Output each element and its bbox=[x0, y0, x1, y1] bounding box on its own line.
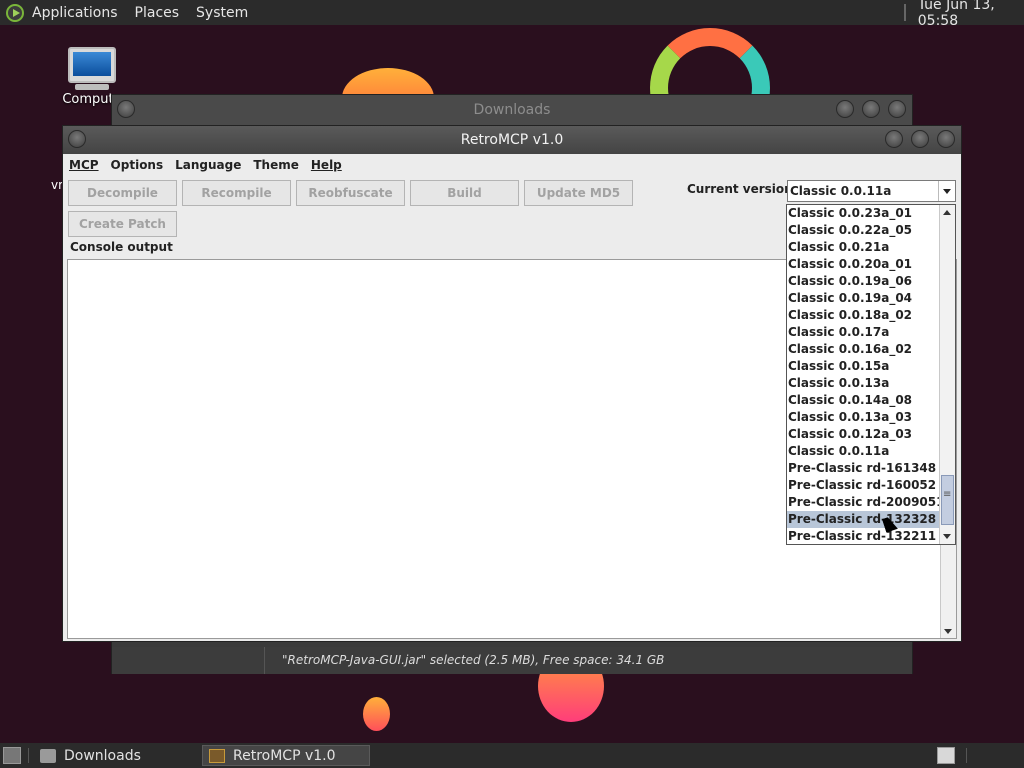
window-menu-icon[interactable] bbox=[68, 130, 86, 148]
taskbar-item-downloads[interactable]: Downloads bbox=[34, 745, 194, 766]
chevron-down-icon[interactable] bbox=[938, 181, 955, 201]
version-list-item[interactable]: Classic 0.0.13a bbox=[787, 375, 939, 392]
version-list-item[interactable]: Classic 0.0.18a_02 bbox=[787, 307, 939, 324]
close-icon[interactable] bbox=[888, 100, 906, 118]
maximize-icon[interactable] bbox=[862, 100, 880, 118]
computer-icon bbox=[68, 47, 116, 83]
version-list-item[interactable]: Pre-Classic rd-132211 bbox=[787, 528, 939, 545]
recompile-button[interactable]: Recompile bbox=[182, 180, 291, 206]
scroll-up-icon[interactable] bbox=[943, 210, 951, 215]
taskbar-separator bbox=[966, 748, 967, 763]
menu-places[interactable]: Places bbox=[135, 5, 180, 21]
scroll-down-icon[interactable] bbox=[943, 534, 951, 539]
version-list-item[interactable]: Classic 0.0.21a bbox=[787, 239, 939, 256]
show-desktop-icon[interactable] bbox=[3, 747, 21, 764]
downloads-window-title: Downloads bbox=[473, 102, 551, 118]
version-list-item[interactable]: Pre-Classic rd-20090515 bbox=[787, 494, 939, 511]
version-list-item[interactable]: Classic 0.0.11a bbox=[787, 443, 939, 460]
version-list-item[interactable]: Classic 0.0.23a_01 bbox=[787, 205, 939, 222]
dropdown-scrollbar[interactable] bbox=[939, 205, 955, 544]
menubar: MCP Options Language Theme Help bbox=[63, 154, 961, 176]
scroll-down-icon[interactable] bbox=[944, 629, 952, 634]
version-list-item[interactable]: Classic 0.0.15a bbox=[787, 358, 939, 375]
version-list-item[interactable]: Pre-Classic rd-132328 bbox=[787, 511, 939, 528]
top-panel: Applications Places System Tue Jun 13, 0… bbox=[0, 0, 1024, 29]
version-list-item[interactable]: Classic 0.0.16a_02 bbox=[787, 341, 939, 358]
distro-logo-icon[interactable] bbox=[6, 3, 24, 22]
taskbar-separator bbox=[28, 748, 29, 763]
version-list-item[interactable]: Classic 0.0.12a_03 bbox=[787, 426, 939, 443]
taskbar-item-label: Downloads bbox=[64, 747, 141, 764]
version-list-item[interactable]: Classic 0.0.13a_03 bbox=[787, 409, 939, 426]
window-title: RetroMCP v1.0 bbox=[460, 132, 564, 148]
version-list-item[interactable]: Classic 0.0.14a_08 bbox=[787, 392, 939, 409]
build-button[interactable]: Build bbox=[410, 180, 519, 206]
minimize-icon[interactable] bbox=[836, 100, 854, 118]
clock-text: Tue Jun 13, 05:58 bbox=[917, 0, 995, 29]
menu-language[interactable]: Language bbox=[175, 158, 241, 172]
console-output-label: Console output bbox=[70, 240, 173, 254]
workspace-switcher-icon[interactable] bbox=[937, 747, 955, 764]
computer-icon-base bbox=[75, 84, 109, 90]
downloads-statusbar: "RetroMCP-Java-GUI.jar" selected (2.5 MB… bbox=[112, 647, 912, 674]
version-list-item[interactable]: Pre-Classic rd-160052 bbox=[787, 477, 939, 494]
decompile-button[interactable]: Decompile bbox=[68, 180, 177, 206]
menu-theme[interactable]: Theme bbox=[253, 158, 299, 172]
panel-separator bbox=[904, 4, 906, 21]
statusbar-text: "RetroMCP-Java-GUI.jar" selected (2.5 MB… bbox=[282, 653, 665, 667]
taskbar-item-label: RetroMCP v1.0 bbox=[233, 747, 336, 764]
minimize-icon[interactable] bbox=[885, 130, 903, 148]
menu-applications[interactable]: Applications bbox=[32, 5, 118, 21]
version-list-item[interactable]: Classic 0.0.19a_06 bbox=[787, 273, 939, 290]
menu-mcp[interactable]: MCP bbox=[69, 158, 99, 172]
clock[interactable]: Tue Jun 13, 05:58 bbox=[904, 0, 1024, 29]
downloads-window-titlebar[interactable]: Downloads bbox=[112, 95, 912, 125]
version-list-item[interactable]: Classic 0.0.17a bbox=[787, 324, 939, 341]
retromcp-app-icon bbox=[209, 748, 225, 763]
version-list-item[interactable]: Classic 0.0.19a_04 bbox=[787, 290, 939, 307]
version-list-item[interactable]: Classic 0.0.20a_01 bbox=[787, 256, 939, 273]
version-dropdown-list[interactable]: Classic 0.0.23a_01 Classic 0.0.22a_05 Clas… bbox=[786, 204, 956, 545]
bottom-taskbar: Downloads RetroMCP v1.0 bbox=[0, 743, 1024, 768]
version-select[interactable]: Classic 0.0.11a bbox=[787, 180, 956, 202]
taskbar-item-retromcp[interactable]: RetroMCP v1.0 bbox=[202, 745, 370, 766]
menu-system[interactable]: System bbox=[196, 5, 248, 21]
menu-options[interactable]: Options bbox=[111, 158, 164, 172]
version-list-item[interactable]: Classic 0.0.22a_05 bbox=[787, 222, 939, 239]
version-list-item[interactable]: Pre-Classic rd-161348 bbox=[787, 460, 939, 477]
current-version-label: Current version: bbox=[687, 182, 798, 196]
update-md5-button[interactable]: Update MD5 bbox=[524, 180, 633, 206]
create-patch-button[interactable]: Create Patch bbox=[68, 211, 177, 237]
wallpaper-shape bbox=[363, 697, 390, 731]
menu-help[interactable]: Help bbox=[311, 158, 342, 172]
close-icon[interactable] bbox=[937, 130, 955, 148]
version-select-value: Classic 0.0.11a bbox=[790, 184, 892, 198]
retromcp-titlebar[interactable]: RetroMCP v1.0 bbox=[63, 126, 961, 154]
window-menu-icon[interactable] bbox=[117, 100, 135, 118]
statusbar-divider bbox=[264, 647, 265, 674]
folder-icon bbox=[40, 748, 56, 763]
scrollbar-thumb[interactable] bbox=[941, 475, 954, 525]
reobfuscate-button[interactable]: Reobfuscate bbox=[296, 180, 405, 206]
maximize-icon[interactable] bbox=[911, 130, 929, 148]
